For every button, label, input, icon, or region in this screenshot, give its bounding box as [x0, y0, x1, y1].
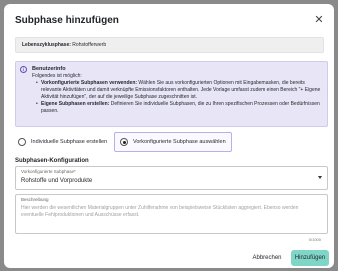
lifecycle-phase-label: Lebenszyklusphase: — [22, 42, 71, 48]
info-list: Vorkonfigurierte Subphasen verwenden: Wä… — [36, 80, 321, 115]
info-item-custom: Eigene Subphasen erstellen: Definieren S… — [36, 101, 321, 115]
preconfigured-subphase-select[interactable]: Vorkonfigurierte Subphase* Rohstoffe und… — [15, 166, 328, 190]
radio-preconfigured[interactable] — [120, 138, 128, 146]
select-value: Rohstoffe und Vorprodukte — [21, 178, 93, 184]
option-individual-subphase[interactable]: Individuelle Subphase erstellen — [15, 132, 111, 152]
radio-individual[interactable] — [18, 138, 26, 146]
description-field[interactable]: Beschreibung Hier werden die wesentliche… — [15, 194, 328, 234]
cancel-button[interactable]: Abbrechen — [247, 250, 287, 266]
info-icon: i — [20, 66, 27, 73]
lifecycle-phase-value: Rohstofferwerb — [72, 42, 107, 48]
close-icon[interactable]: ✕ — [313, 14, 325, 26]
description-label: Beschreibung — [21, 197, 49, 202]
option-preconfigured-subphase[interactable]: Vorkonfigurierte Subphase auswählen — [114, 132, 232, 152]
option-individual-label: Individuelle Subphase erstellen — [31, 139, 108, 145]
dropdown-arrow-icon[interactable] — [318, 176, 322, 179]
config-section-title: Subphasen-Konfiguration — [15, 158, 89, 164]
dialog-title: Subphase hinzufügen — [15, 15, 119, 26]
info-title: Benutzerinfo — [32, 66, 66, 72]
info-item-bold: Eigene Subphasen erstellen: — [41, 101, 110, 107]
option-preconfigured-label: Vorkonfigurierte Subphase auswählen — [133, 139, 226, 145]
add-button[interactable]: Hinzufügen — [291, 250, 329, 266]
character-counter: 0/1000 — [308, 237, 321, 242]
user-info-box: i Benutzerinfo Folgendes ist möglich: Vo… — [15, 61, 328, 127]
lifecycle-phase-box: Lebenszyklusphase: Rohstofferwerb — [15, 37, 324, 53]
subphase-dialog: Subphase hinzufügen ✕ Lebenszyklusphase:… — [4, 4, 334, 268]
description-placeholder[interactable]: Hier werden die wesentlichen Materialgru… — [21, 205, 321, 219]
select-label: Vorkonfigurierte Subphase* — [21, 169, 76, 174]
info-intro: Folgendes ist möglich: — [32, 73, 82, 79]
info-item-preconfigured: Vorkonfigurierte Subphasen verwenden: Wä… — [36, 80, 321, 101]
info-item-bold: Vorkonfigurierte Subphasen verwenden: — [41, 80, 138, 86]
